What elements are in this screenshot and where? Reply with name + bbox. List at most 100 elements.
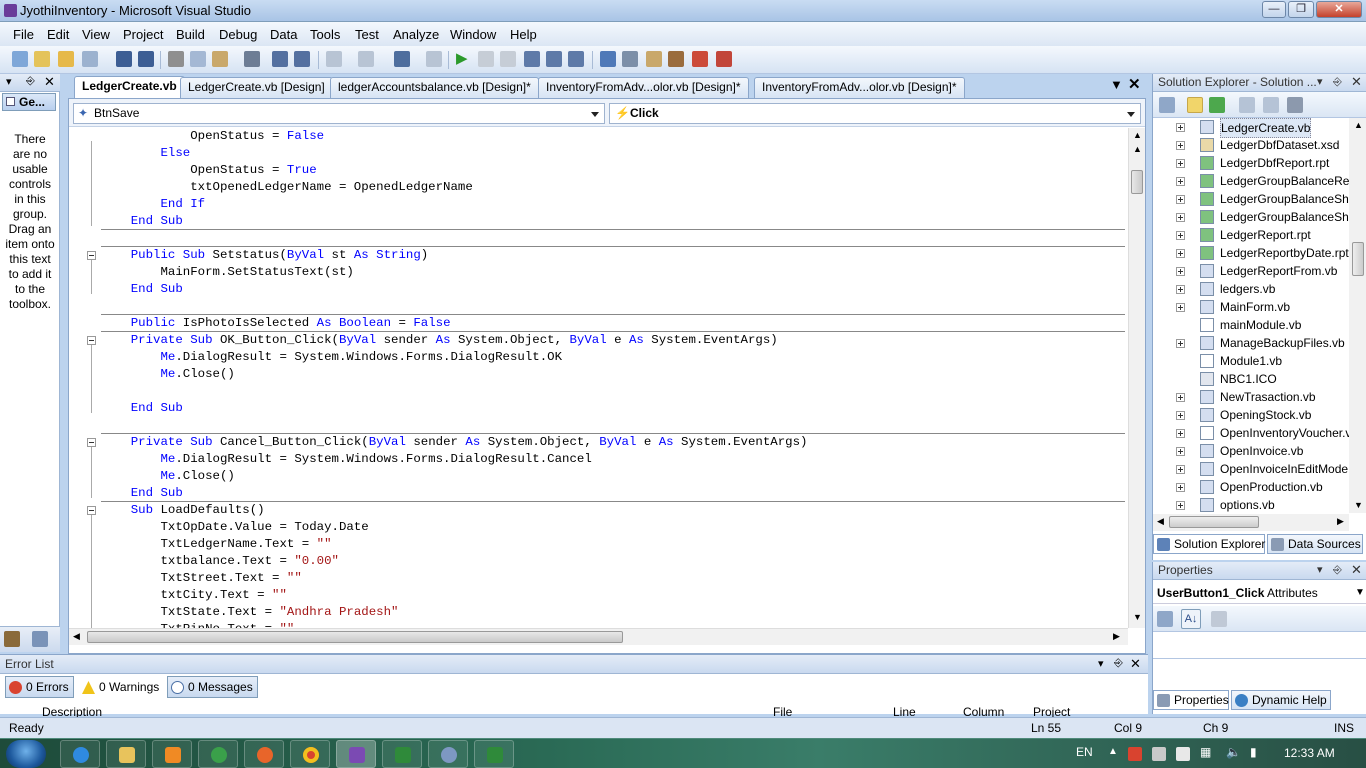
code-line[interactable] bbox=[69, 383, 1129, 400]
code-line[interactable]: Private Sub Cancel_Button_Click(ByVal se… bbox=[69, 434, 1129, 451]
code-line[interactable]: Public IsPhotoIsSelected As Boolean = Fa… bbox=[69, 315, 1129, 332]
toolbox-empty-message[interactable]: There are no usable controls in this gro… bbox=[4, 132, 56, 352]
taskbar-app[interactable] bbox=[198, 740, 238, 768]
tree-item[interactable]: LedgerGroupBalanceRep bbox=[1153, 172, 1349, 190]
tree-item[interactable]: LedgerGroupBalanceShe bbox=[1153, 190, 1349, 208]
object-browser-icon[interactable] bbox=[646, 51, 662, 67]
clock[interactable]: 12:33 AM bbox=[1284, 746, 1335, 760]
tab-inventoryfromadv-design-2[interactable]: InventoryFromAdv...olor.vb [Design]* bbox=[754, 77, 965, 98]
expand-icon[interactable] bbox=[1176, 411, 1185, 420]
open-file-icon[interactable] bbox=[58, 51, 74, 67]
active-files-icon[interactable]: ▼ bbox=[1110, 77, 1123, 92]
code-line[interactable]: Private Sub OK_Button_Click(ByVal sender… bbox=[69, 332, 1129, 349]
toolbox-icon[interactable] bbox=[668, 51, 684, 67]
collapse-region-icon[interactable] bbox=[87, 251, 96, 260]
close-button[interactable]: ✕ bbox=[1316, 1, 1362, 18]
tray-app-icon[interactable] bbox=[1128, 747, 1142, 761]
pause-icon[interactable] bbox=[478, 51, 494, 67]
expand-icon[interactable] bbox=[1176, 249, 1185, 258]
close-icon[interactable]: ✕ bbox=[44, 74, 55, 90]
toolbox-group-general[interactable]: Ge... bbox=[2, 93, 56, 111]
vertical-scrollbar[interactable]: ▲ ▲ ▼ bbox=[1128, 128, 1145, 628]
code-line[interactable]: End Sub bbox=[69, 281, 1129, 298]
code-line[interactable] bbox=[69, 298, 1129, 315]
tab-data-sources[interactable]: Data Sources bbox=[1267, 534, 1363, 554]
tree-item[interactable]: MainForm.vb bbox=[1153, 298, 1349, 316]
code-line[interactable]: Me.DialogResult = System.Windows.Forms.D… bbox=[69, 451, 1129, 468]
errors-filter-button[interactable]: 0 Errors bbox=[5, 676, 74, 698]
tree-item[interactable]: LedgerGroupBalanceShe bbox=[1153, 208, 1349, 226]
code-line[interactable]: OpenStatus = False bbox=[69, 128, 1129, 145]
categorized-icon[interactable] bbox=[1157, 611, 1173, 627]
tree-item[interactable]: mainModule.vb bbox=[1153, 316, 1349, 334]
redo-icon[interactable] bbox=[358, 51, 374, 67]
code-line[interactable]: Me.Close() bbox=[69, 366, 1129, 383]
scroll-up-icon[interactable]: ▲ bbox=[1133, 130, 1142, 140]
step-out-icon[interactable] bbox=[568, 51, 584, 67]
code-area[interactable]: OpenStatus = False Else OpenStatus = Tru… bbox=[69, 128, 1129, 628]
dropdown-icon[interactable]: ▾ bbox=[1098, 657, 1104, 670]
alphabetical-icon[interactable]: A↓ bbox=[1181, 609, 1201, 629]
network-icon[interactable]: ▦ bbox=[1200, 745, 1211, 759]
menu-test[interactable]: Test bbox=[355, 27, 379, 42]
expand-icon[interactable] bbox=[1176, 429, 1185, 438]
collapse-region-icon[interactable] bbox=[87, 506, 96, 515]
code-line[interactable]: End Sub bbox=[69, 400, 1129, 417]
expand-icon[interactable] bbox=[1176, 231, 1185, 240]
code-line[interactable]: Public Sub Setstatus(ByVal st As String) bbox=[69, 247, 1129, 264]
tray-app-icon[interactable] bbox=[1152, 747, 1166, 761]
scroll-up-icon[interactable]: ▲ bbox=[1354, 120, 1363, 130]
method-name-combo[interactable]: ⚡ Click bbox=[609, 103, 1141, 124]
class-diagram-icon[interactable] bbox=[1287, 97, 1303, 113]
menu-build[interactable]: Build bbox=[176, 27, 205, 42]
horizontal-scrollbar[interactable]: ◀ ▶ bbox=[69, 628, 1128, 645]
tab-ledgercreate-code[interactable]: LedgerCreate.vb bbox=[74, 76, 185, 98]
power-icon[interactable]: ▮ bbox=[1250, 745, 1257, 759]
code-line[interactable]: TxtOpDate.Value = Today.Date bbox=[69, 519, 1129, 536]
tree-item[interactable]: NBC1.ICO bbox=[1153, 370, 1349, 388]
tree-item[interactable]: OpenInvoice.vb bbox=[1153, 442, 1349, 460]
code-line[interactable]: Sub LoadDefaults() bbox=[69, 502, 1129, 519]
code-line[interactable]: txtbalance.Text = "0.00" bbox=[69, 553, 1129, 570]
uncomment-icon[interactable] bbox=[294, 51, 310, 67]
pin-icon[interactable]: ⎆ bbox=[1114, 657, 1123, 670]
expand-icon[interactable] bbox=[1176, 285, 1185, 294]
tree-item[interactable]: LedgerDbfDataset.xsd bbox=[1153, 136, 1349, 154]
new-project-icon[interactable] bbox=[12, 51, 28, 67]
code-line[interactable] bbox=[69, 417, 1129, 434]
solution-vertical-scrollbar[interactable]: ▲ ▼ bbox=[1349, 118, 1366, 513]
tab-ledgercreate-design[interactable]: LedgerCreate.vb [Design] bbox=[180, 77, 333, 98]
scroll-top-icon[interactable]: ▲ bbox=[1133, 144, 1142, 154]
taskbar-excel-2[interactable] bbox=[474, 740, 514, 768]
step-over-icon[interactable] bbox=[546, 51, 562, 67]
close-icon[interactable]: ✕ bbox=[1130, 656, 1141, 672]
tree-item[interactable]: OpenInventoryVoucher.v bbox=[1153, 424, 1349, 442]
menu-debug[interactable]: Debug bbox=[219, 27, 257, 42]
code-line[interactable]: txtOpenedLedgerName = OpenedLedgerName bbox=[69, 179, 1129, 196]
code-line[interactable]: End Sub bbox=[69, 213, 1129, 230]
collapse-icon[interactable] bbox=[6, 97, 15, 106]
menu-view[interactable]: View bbox=[82, 27, 110, 42]
toolbox-tab-icon[interactable] bbox=[4, 631, 20, 647]
expand-icon[interactable] bbox=[1176, 159, 1185, 168]
navigate-forward-icon[interactable] bbox=[426, 51, 442, 67]
tree-item[interactable]: Module1.vb bbox=[1153, 352, 1349, 370]
error-list-icon[interactable] bbox=[692, 51, 708, 67]
navigate-backward-icon[interactable] bbox=[394, 51, 410, 67]
horizontal-scroll-thumb[interactable] bbox=[1169, 516, 1259, 528]
start-debugging-icon[interactable]: ▶ bbox=[456, 51, 472, 67]
vertical-scroll-thumb[interactable] bbox=[1131, 170, 1143, 194]
code-line[interactable]: MainForm.SetStatusText(st) bbox=[69, 264, 1129, 281]
messages-filter-button[interactable]: 0 Messages bbox=[167, 676, 258, 698]
server-explorer-tab-icon[interactable] bbox=[32, 631, 48, 647]
tree-item[interactable]: OpeningStock.vb bbox=[1153, 406, 1349, 424]
start-page-icon[interactable] bbox=[716, 51, 732, 67]
tab-inventoryfromadv-design[interactable]: InventoryFromAdv...olor.vb [Design]* bbox=[538, 77, 749, 98]
expand-icon[interactable] bbox=[1176, 501, 1185, 510]
expand-icon[interactable] bbox=[1176, 483, 1185, 492]
code-line[interactable]: TxtLedgerName.Text = "" bbox=[69, 536, 1129, 553]
comment-icon[interactable] bbox=[272, 51, 288, 67]
taskbar-firefox[interactable] bbox=[244, 740, 284, 768]
vertical-scroll-thumb[interactable] bbox=[1352, 242, 1364, 276]
taskbar-internet-explorer[interactable] bbox=[60, 740, 100, 768]
